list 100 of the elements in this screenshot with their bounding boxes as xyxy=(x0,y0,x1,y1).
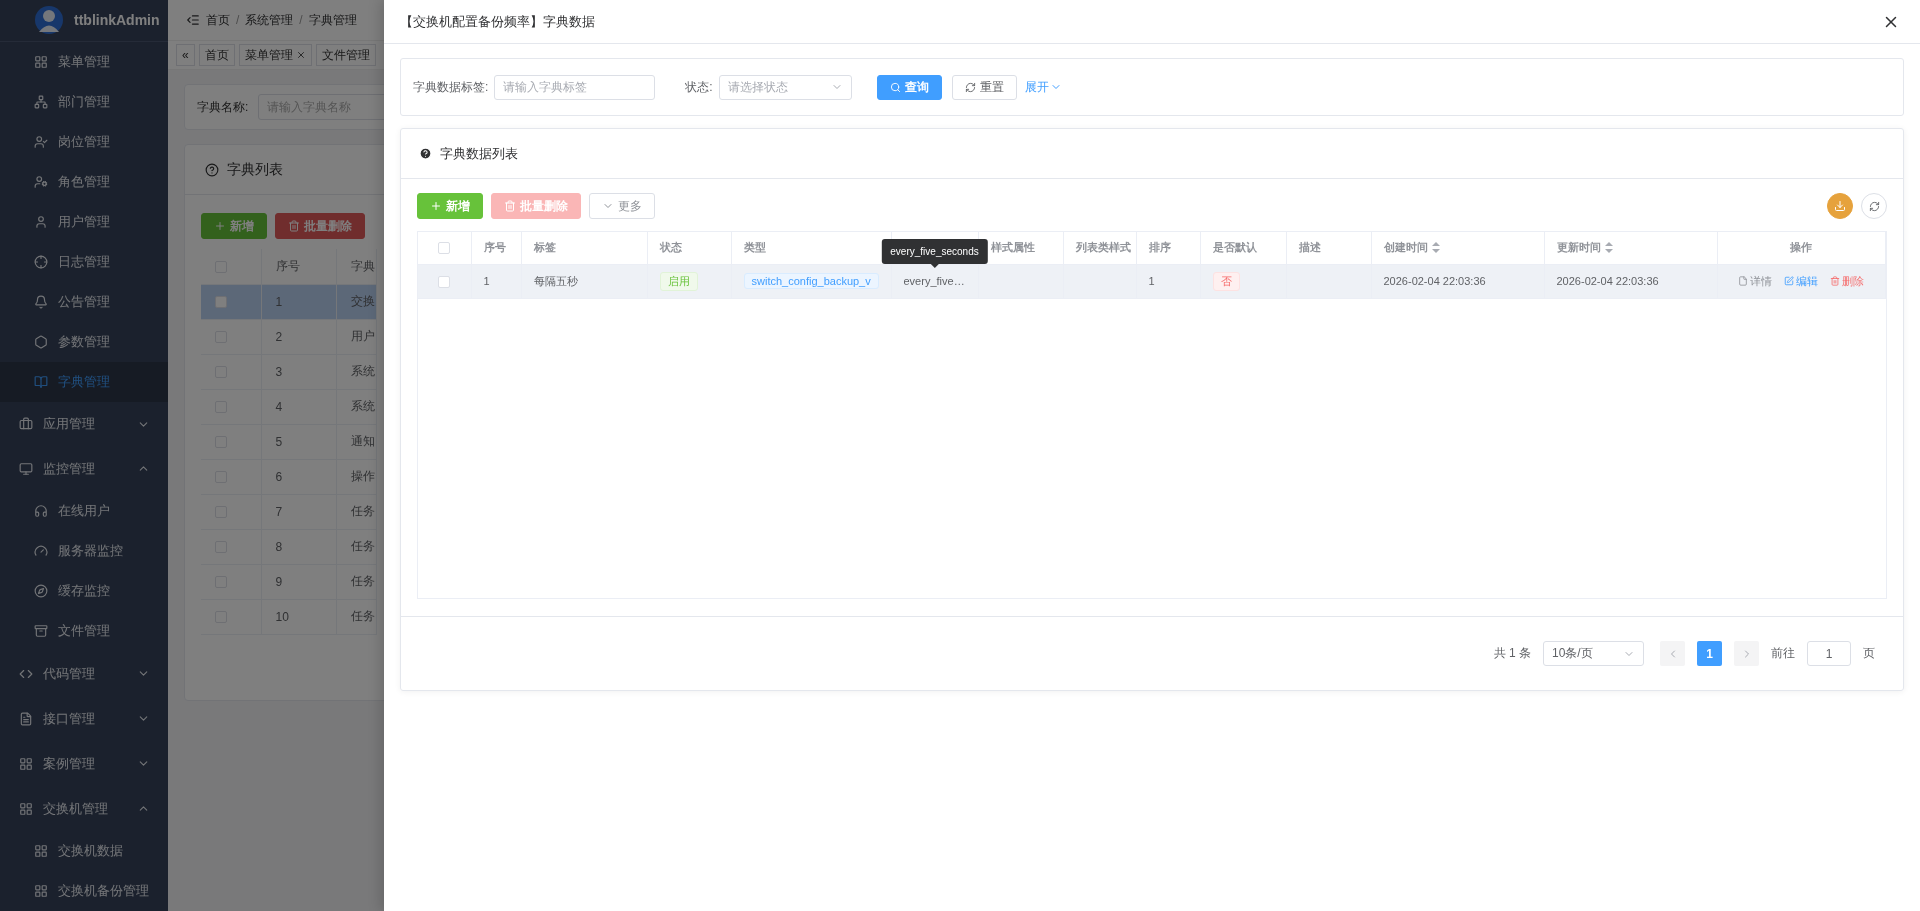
edit-link[interactable]: 编辑 xyxy=(1784,273,1818,289)
breadcrumb-item[interactable]: 字典管理 xyxy=(308,11,357,29)
table-row[interactable]: 7 任务 xyxy=(201,494,376,529)
detail-link[interactable]: 详情 xyxy=(1738,273,1772,289)
column-header: 操作 xyxy=(1790,240,1812,256)
card-title: 字典列表 xyxy=(227,160,283,179)
table-cell: 1 xyxy=(483,275,490,287)
menu-icon xyxy=(34,94,48,109)
menu-icon xyxy=(34,624,48,639)
download-button[interactable] xyxy=(1827,193,1853,219)
menu-toggle-icon[interactable] xyxy=(186,13,200,27)
table-cell: 用户 xyxy=(350,329,375,343)
query-button[interactable]: 查询 xyxy=(876,74,942,100)
table-row[interactable]: 9 任务 xyxy=(201,564,376,599)
menu-item[interactable]: 文件管理 xyxy=(0,611,168,652)
menu-group[interactable]: 交换机管理 xyxy=(0,786,168,832)
plus-icon xyxy=(214,220,226,232)
total-count: 共 1 条 xyxy=(1493,645,1531,662)
prev-page-button[interactable] xyxy=(1660,641,1685,666)
avatar-icon xyxy=(34,5,64,36)
table-cell: 系统 xyxy=(350,399,375,413)
label-input[interactable]: 请输入字典标签 xyxy=(494,74,656,100)
menu-item[interactable]: 公告管理 xyxy=(0,281,168,322)
table-cell: 9 xyxy=(275,574,283,589)
menu-icon xyxy=(34,844,48,859)
menu-group[interactable]: 代码管理 xyxy=(0,651,168,697)
table-row[interactable]: 2 用户 xyxy=(201,319,376,354)
table-row[interactable]: 6 操作 xyxy=(201,459,376,494)
expand-link[interactable]: 展开 xyxy=(1024,78,1062,96)
menu-item[interactable]: 菜单管理 xyxy=(0,41,168,82)
trash-icon xyxy=(504,200,516,212)
refresh-icon xyxy=(964,81,976,93)
refresh-button[interactable] xyxy=(1861,193,1887,219)
page-input[interactable]: 1 xyxy=(1807,641,1851,666)
page-button[interactable]: 1 xyxy=(1697,641,1722,666)
column-header: 标签 xyxy=(533,240,556,256)
menu-item[interactable]: 日志管理 xyxy=(0,241,168,282)
add-button[interactable]: 新增 xyxy=(417,193,483,219)
table-cell: 4 xyxy=(275,399,283,414)
sort-icon[interactable] xyxy=(1431,242,1440,254)
page-tab[interactable]: 菜单管理 xyxy=(238,44,312,66)
menu-icon xyxy=(34,504,48,519)
checkbox[interactable] xyxy=(438,242,451,255)
menu-group[interactable]: 接口管理 xyxy=(0,696,168,742)
table-row[interactable]: 1 交换 xyxy=(201,284,376,319)
next-page-button[interactable] xyxy=(1734,641,1759,666)
menu-item[interactable]: 用户管理 xyxy=(0,201,168,242)
checkbox[interactable] xyxy=(438,275,451,288)
menu-icon xyxy=(34,544,48,559)
menu-icon xyxy=(34,254,48,269)
menu-item[interactable]: 部门管理 xyxy=(0,81,168,122)
edit-icon xyxy=(1784,276,1794,286)
table-row[interactable]: 4 系统 xyxy=(201,389,376,424)
menu-item[interactable]: 交换机备份管理 xyxy=(0,871,168,911)
menu-icon xyxy=(19,711,33,726)
checkbox[interactable] xyxy=(215,296,227,309)
add-button[interactable]: 新增 xyxy=(201,213,267,239)
menu-icon xyxy=(19,756,33,771)
table-row[interactable]: 10 任务 xyxy=(201,599,376,634)
sort-icon[interactable] xyxy=(1604,242,1613,254)
menu-group[interactable]: 应用管理 xyxy=(0,401,168,447)
menu-item[interactable]: 参数管理 xyxy=(0,321,168,362)
menu-item[interactable]: 岗位管理 xyxy=(0,121,168,162)
status-tag: 启用 xyxy=(659,271,698,291)
table-cell: 8 xyxy=(275,539,283,554)
menu-item[interactable]: 字典管理 xyxy=(0,361,168,402)
column-header: 序号 xyxy=(275,258,300,273)
menu-icon xyxy=(19,801,33,816)
goto-label: 前往 xyxy=(1771,645,1795,662)
table-row[interactable]: 1 每隔五秒 启用 switch_config_backup_v every_five… 1 否 2026-02-04 22:03:36 2026-02-04 22:03:36 详情 编辑 删除 xyxy=(418,264,1885,298)
breadcrumb-item[interactable]: 首页 xyxy=(206,11,230,29)
breadcrumb-item[interactable]: 系统管理 xyxy=(245,11,294,29)
more-button[interactable]: 更多 xyxy=(589,193,655,219)
table-cell: 系统 xyxy=(350,364,375,378)
column-header: 列表类样式 xyxy=(1075,240,1131,256)
menu-icon xyxy=(34,884,48,898)
menu-item[interactable]: 服务器监控 xyxy=(0,531,168,572)
menu-item[interactable]: 缓存监控 xyxy=(0,571,168,612)
delete-button[interactable]: 批量删除 xyxy=(275,213,365,239)
menu-group[interactable]: 案例管理 xyxy=(0,741,168,787)
table-row[interactable]: 5 通知 xyxy=(201,424,376,459)
page-tab[interactable]: 文件管理 xyxy=(315,44,376,66)
menu-group[interactable]: 监控管理 xyxy=(0,446,168,492)
page-size-select[interactable]: 10条/页 xyxy=(1543,641,1644,666)
menu-item[interactable]: 在线用户 xyxy=(0,491,168,532)
reset-button[interactable]: 重置 xyxy=(951,74,1017,100)
table-row[interactable]: 8 任务 xyxy=(201,529,376,564)
delete-link[interactable]: 删除 xyxy=(1830,273,1864,289)
table-cell: 操作 xyxy=(350,469,375,483)
menu-item[interactable]: 交换机数据 xyxy=(0,831,168,871)
column-header: 状态 xyxy=(659,240,682,256)
tab-scroll-button[interactable]: « xyxy=(176,44,195,66)
menu-item[interactable]: 角色管理 xyxy=(0,161,168,202)
search-icon xyxy=(889,81,901,93)
status-select[interactable]: 请选择状态 xyxy=(718,74,852,100)
menu-icon xyxy=(19,417,33,431)
default-tag: 否 xyxy=(1212,271,1240,291)
page-tab[interactable]: 首页 xyxy=(198,44,235,66)
table-cell: 1 xyxy=(1148,275,1155,287)
table-row[interactable]: 3 系统 xyxy=(201,354,376,389)
